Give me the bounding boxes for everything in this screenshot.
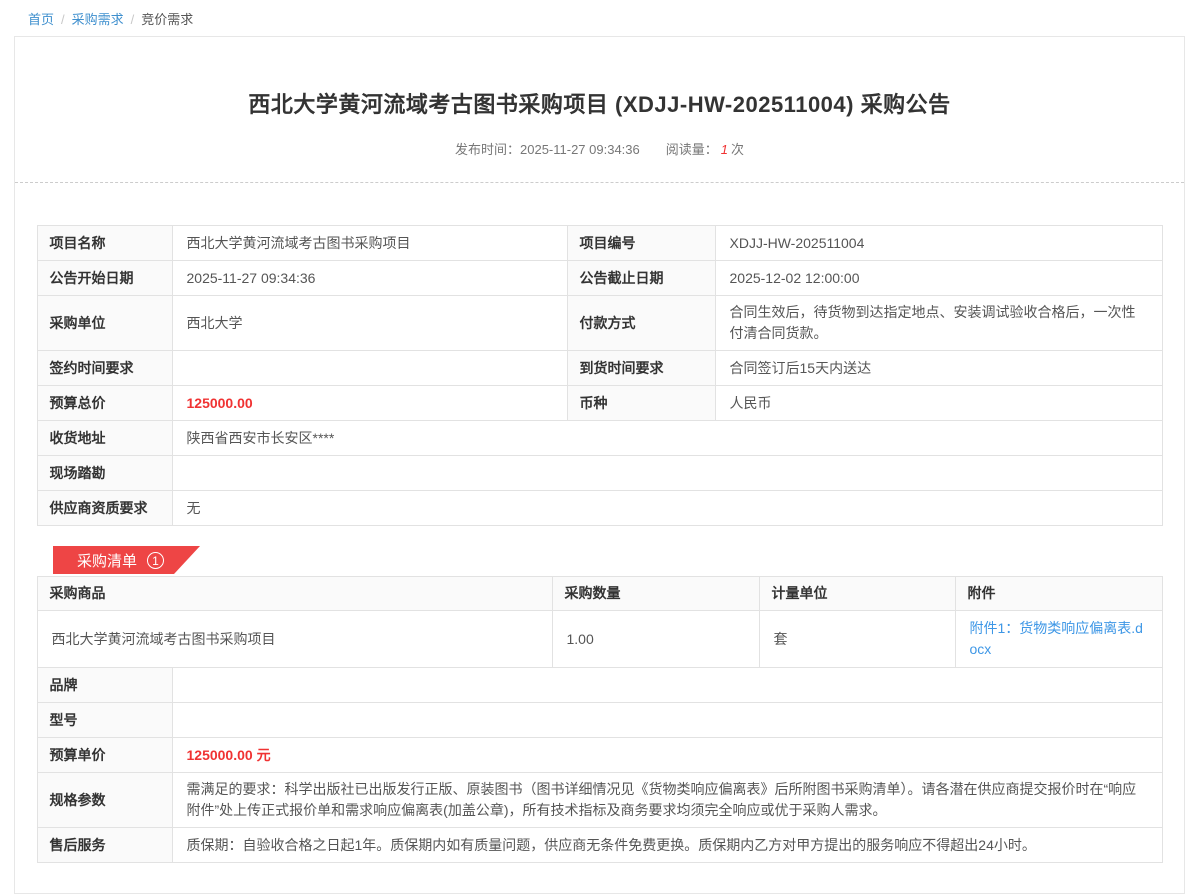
- table-row: 品牌: [37, 668, 1162, 703]
- views-unit: 次: [731, 142, 744, 157]
- table-row: 收货地址 陕西省西安市长安区****: [37, 421, 1162, 456]
- field-label: 签约时间要求: [37, 351, 172, 386]
- field-value: [172, 351, 567, 386]
- table-row: 供应商资质要求 无: [37, 491, 1162, 526]
- table-row: 现场踏勘: [37, 456, 1162, 491]
- breadcrumb: 首页 / 采购需求 / 竞价需求: [0, 0, 1199, 36]
- table-row: 售后服务 质保期：自验收合格之日起1年。质保期内如有质量问题，供应商无条件免费更…: [37, 828, 1162, 863]
- field-value: [172, 703, 1162, 738]
- publish-time-value: 2025-11-27 09:34:36: [520, 142, 640, 157]
- publish-time-label: 发布时间：: [455, 142, 520, 157]
- table-row: 规格参数 需满足的要求：科学出版社已出版发行正版、原装图书（图书详细情况见《货物…: [37, 773, 1162, 828]
- field-value: [172, 668, 1162, 703]
- table-row: 签约时间要求 到货时间要求 合同签订后15天内送达: [37, 351, 1162, 386]
- field-label: 到货时间要求: [567, 351, 715, 386]
- field-label: 项目编号: [567, 226, 715, 261]
- column-header-attachment: 附件: [955, 577, 1162, 611]
- field-value: 无: [172, 491, 1162, 526]
- field-value: 2025-11-27 09:34:36: [172, 261, 567, 296]
- product-name: 西北大学黄河流域考古图书采购项目: [37, 611, 552, 668]
- field-label: 采购单位: [37, 296, 172, 351]
- field-label: 供应商资质要求: [37, 491, 172, 526]
- after-sales-value: 质保期：自验收合格之日起1年。质保期内如有质量问题，供应商无条件免费更换。质保期…: [172, 828, 1162, 863]
- column-header-unit: 计量单位: [759, 577, 955, 611]
- publish-meta: 发布时间：2025-11-27 09:34:36 阅读量：1次: [15, 139, 1184, 158]
- breadcrumb-procurement-link[interactable]: 采购需求: [72, 12, 124, 27]
- table-row: 公告开始日期 2025-11-27 09:34:36 公告截止日期 2025-1…: [37, 261, 1162, 296]
- field-value: 陕西省西安市长安区****: [172, 421, 1162, 456]
- field-label: 预算单价: [37, 738, 172, 773]
- field-value: [172, 456, 1162, 491]
- product-detail-table: 品牌 型号 预算单价 125000.00 元 规格参数 需满足的要求：科学出版社…: [37, 667, 1163, 863]
- product-unit: 套: [759, 611, 955, 668]
- field-label: 型号: [37, 703, 172, 738]
- table-row: 预算单价 125000.00 元: [37, 738, 1162, 773]
- field-value: 西北大学: [172, 296, 567, 351]
- field-label: 收货地址: [37, 421, 172, 456]
- field-label: 公告开始日期: [37, 261, 172, 296]
- purchase-list-ribbon-label: 采购清单: [77, 550, 137, 571]
- field-value: 人民币: [715, 386, 1162, 421]
- unit-price-value: 125000.00 元: [172, 738, 1162, 773]
- attachment-link[interactable]: 附件1：货物类响应偏离表.docx: [970, 620, 1143, 657]
- field-value: 2025-12-02 12:00:00: [715, 261, 1162, 296]
- table-row: 西北大学黄河流域考古图书采购项目 1.00 套 附件1：货物类响应偏离表.doc…: [37, 611, 1162, 668]
- dashed-divider: [15, 182, 1184, 183]
- announcement-card: 西北大学黄河流域考古图书采购项目 (XDJJ-HW-202511004) 采购公…: [14, 36, 1185, 894]
- page-title: 西北大学黄河流域考古图书采购项目 (XDJJ-HW-202511004) 采购公…: [55, 87, 1144, 119]
- field-value: 合同生效后，待货物到达指定地点、安装调试验收合格后，一次性付清合同货款。: [715, 296, 1162, 351]
- field-label: 项目名称: [37, 226, 172, 261]
- field-value: 合同签订后15天内送达: [715, 351, 1162, 386]
- field-value: XDJJ-HW-202511004: [715, 226, 1162, 261]
- field-label: 付款方式: [567, 296, 715, 351]
- purchase-list-table: 采购商品 采购数量 计量单位 附件 西北大学黄河流域考古图书采购项目 1.00 …: [37, 576, 1163, 668]
- breadcrumb-separator: /: [61, 12, 65, 27]
- table-row: 预算总价 125000.00 币种 人民币: [37, 386, 1162, 421]
- budget-total-value: 125000.00: [172, 386, 567, 421]
- views-label: 阅读量：: [666, 142, 718, 157]
- field-value: 西北大学黄河流域考古图书采购项目: [172, 226, 567, 261]
- purchase-list-count-badge: 1: [147, 552, 164, 569]
- field-label: 币种: [567, 386, 715, 421]
- breadcrumb-current: 竞价需求: [141, 12, 193, 27]
- field-label: 规格参数: [37, 773, 172, 828]
- field-label: 现场踏勘: [37, 456, 172, 491]
- project-info-table: 项目名称 西北大学黄河流域考古图书采购项目 项目编号 XDJJ-HW-20251…: [37, 225, 1163, 526]
- breadcrumb-home-link[interactable]: 首页: [28, 12, 54, 27]
- field-label: 公告截止日期: [567, 261, 715, 296]
- views-count: 1: [721, 142, 728, 157]
- purchase-list-section-header: 采购清单 1: [53, 546, 1184, 574]
- product-quantity: 1.00: [552, 611, 759, 668]
- breadcrumb-separator: /: [131, 12, 135, 27]
- table-header-row: 采购商品 采购数量 计量单位 附件: [37, 577, 1162, 611]
- field-label: 品牌: [37, 668, 172, 703]
- column-header-quantity: 采购数量: [552, 577, 759, 611]
- spec-params-value: 需满足的要求：科学出版社已出版发行正版、原装图书（图书详细情况见《货物类响应偏离…: [172, 773, 1162, 828]
- table-row: 项目名称 西北大学黄河流域考古图书采购项目 项目编号 XDJJ-HW-20251…: [37, 226, 1162, 261]
- table-row: 采购单位 西北大学 付款方式 合同生效后，待货物到达指定地点、安装调试验收合格后…: [37, 296, 1162, 351]
- field-label: 售后服务: [37, 828, 172, 863]
- purchase-list-ribbon: 采购清单 1: [53, 546, 200, 574]
- field-label: 预算总价: [37, 386, 172, 421]
- column-header-product: 采购商品: [37, 577, 552, 611]
- table-row: 型号: [37, 703, 1162, 738]
